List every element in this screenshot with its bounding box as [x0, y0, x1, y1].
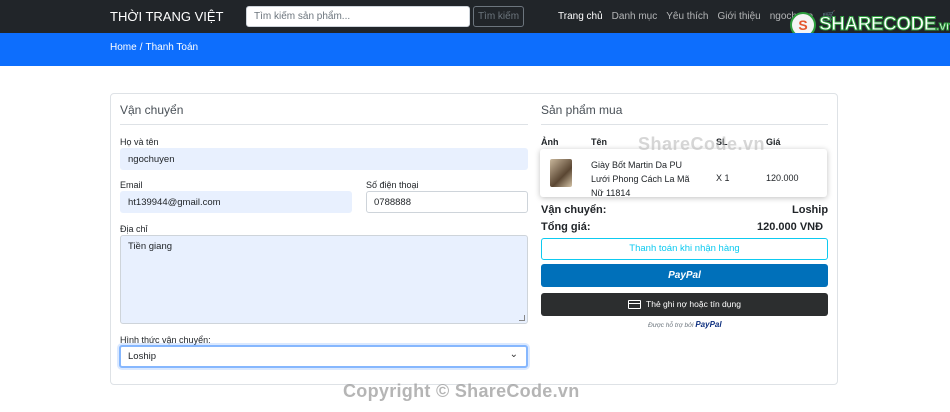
powered-by-paypal: Được hỗ trợ bởi PayPal: [648, 320, 722, 329]
search-input[interactable]: Tìm kiếm sản phẩm...: [246, 6, 470, 27]
products-divider: [541, 124, 828, 125]
nav-links: Trang chủ Danh mục Yêu thích Giới thiệu …: [558, 11, 813, 22]
shipping-method-select[interactable]: Loship ⌄: [119, 345, 528, 368]
product-qty: X 1: [716, 173, 730, 183]
top-navbar: THỜI TRANG VIỆT Tìm kiếm sản phẩm... Tìm…: [0, 0, 950, 38]
nav-link-home[interactable]: Trang chủ: [558, 11, 603, 22]
header-price: Giá: [766, 137, 781, 147]
card-payment-label: Thẻ ghi nợ hoặc tín dụng: [646, 299, 741, 309]
sharecode-logo-name: SHARECODE: [819, 14, 937, 36]
breadcrumb: Home / Thanh Toán: [110, 42, 198, 53]
shipping-title: Vận chuyển: [120, 103, 184, 117]
phone-label: Số điện thoại: [366, 180, 419, 190]
nav-link-about[interactable]: Giới thiệu: [718, 11, 761, 22]
address-textarea[interactable]: Tiền giang: [120, 235, 528, 324]
header-image: Ảnh: [541, 137, 559, 147]
shipping-summary-value: Loship: [792, 204, 829, 216]
header-name: Tên: [591, 137, 608, 147]
email-field[interactable]: ht139944@gmail.com: [120, 191, 352, 213]
address-value: Tiền giang: [128, 241, 173, 252]
shipping-divider: [120, 124, 528, 125]
address-label: Địa chỉ: [120, 224, 148, 234]
table-row[interactable]: Giày Bốt Martin Da PU Lưới Phong Cách La…: [540, 149, 827, 198]
card-payment-button[interactable]: Thẻ ghi nợ hoặc tín dụng: [541, 293, 828, 316]
name-field[interactable]: ngochuyen: [120, 148, 528, 170]
shipping-summary-label: Vận chuyển:: [541, 204, 607, 216]
paypal-button[interactable]: PayPal: [541, 264, 828, 287]
resize-handle-icon[interactable]: [519, 315, 525, 321]
watermark-center: ShareCode.vn: [638, 134, 766, 154]
total-label: Tổng giá:: [541, 221, 591, 233]
nav-link-categories[interactable]: Danh mục: [612, 11, 658, 22]
powered-by-text: Được hỗ trợ bởi: [648, 322, 694, 329]
paypal-logo-text: PayPal: [695, 320, 722, 329]
page-header-banner: Home / Thanh Toán: [0, 33, 950, 66]
nav-link-favorites[interactable]: Yêu thích: [666, 11, 708, 22]
product-thumbnail: [550, 159, 572, 187]
email-label: Email: [120, 180, 143, 190]
product-price: 120.000: [766, 173, 799, 183]
chevron-down-icon: ⌄: [509, 349, 518, 360]
phone-field[interactable]: 0788888: [366, 191, 528, 213]
total-value: 120.000 VNĐ: [757, 221, 824, 233]
products-title: Sản phẩm mua: [541, 103, 623, 117]
breadcrumb-separator: /: [139, 42, 143, 53]
brand-logo[interactable]: THỜI TRANG VIỆT: [110, 9, 223, 24]
breadcrumb-home[interactable]: Home: [110, 42, 137, 53]
shipping-method-label: Hình thức vận chuyển:: [120, 335, 211, 345]
sharecode-logo-suffix: .vn: [935, 18, 950, 34]
copyright-watermark: Copyright © ShareCode.vn: [343, 381, 580, 401]
name-label: Họ và tên: [120, 137, 159, 147]
product-name: Giày Bốt Martin Da PU Lưới Phong Cách La…: [591, 160, 690, 198]
breadcrumb-current: Thanh Toán: [145, 42, 199, 53]
search-button[interactable]: Tìm kiếm: [473, 6, 524, 27]
credit-card-icon: [628, 300, 642, 309]
shipping-method-value: Loship: [128, 351, 156, 362]
cod-payment-button[interactable]: Thanh toán khi nhận hàng: [541, 238, 828, 260]
